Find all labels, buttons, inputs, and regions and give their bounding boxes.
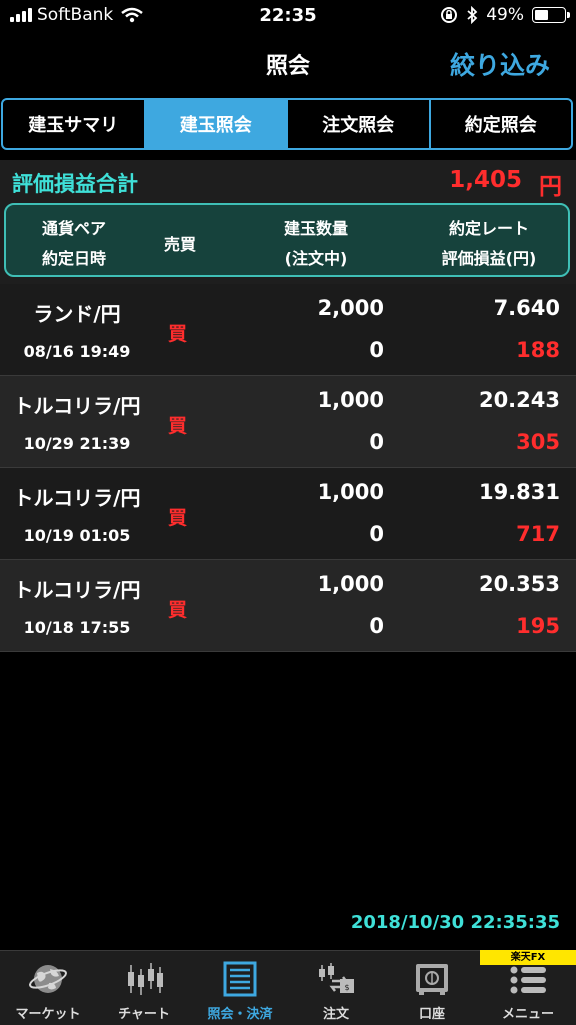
tab-execution-inquiry[interactable]: 約定照会 [431,100,572,148]
row-date: 10/18 17:55 [23,618,131,637]
row-date: 10/19 01:05 [23,526,131,545]
status-bar: SoftBank 22:35 49% [0,0,576,32]
header-qty: 建玉数量 [283,219,348,238]
row-pl: 717 [516,522,560,546]
header-rate: 約定レート [448,219,529,238]
pl-summary-unit: 円 [539,174,562,200]
tabbar-inquiry-settlement[interactable]: 照会・決済 [192,951,288,1025]
row-pl: 188 [516,338,560,362]
tabbar-market-label: マーケット [15,1007,81,1022]
row-rate: 19.831 [478,480,560,504]
position-row[interactable]: トルコリラ/円 10/18 17:55 買 1,000 0 20.353 195 [0,560,576,652]
row-pair: トルコリラ/円 [13,578,141,602]
rotation-lock-icon [441,7,458,23]
tabbar-chart-label: チャート [118,1007,170,1022]
row-qty: 1,000 [317,572,384,596]
row-pair: トルコリラ/円 [13,486,141,510]
row-pending: 0 [369,522,384,546]
row-side: 買 [168,599,188,621]
status-right: 49% [440,5,570,25]
header-pending: (注文中) [284,249,348,268]
tab-position-inquiry[interactable]: 建玉照会 [145,100,288,148]
column-header: 通貨ペア 約定日時 売買 建玉数量 (注文中) 約定レート 評価損益(円) [4,203,570,277]
row-pending: 0 [369,338,384,362]
safe-icon [412,961,452,997]
pl-summary: 評価損益合計 1,405 円 [0,160,576,202]
tabbar-inquiry-settlement-label: 照会・決済 [207,1007,273,1022]
header-date: 約定日時 [42,249,107,268]
row-side: 買 [168,415,188,437]
brand-badge: 楽天FX [480,950,576,965]
pl-summary-value: 1,405 [449,167,522,193]
tabbar-menu-label: メニュー [501,1007,554,1022]
update-timestamp: 2018/10/30 22:35:35 [350,912,560,933]
row-pair: トルコリラ/円 [13,394,141,418]
row-rate: 20.353 [478,572,560,596]
tab-order-inquiry[interactable]: 注文照会 [288,100,431,148]
svg-text:$: $ [344,983,349,992]
row-qty: 1,000 [317,388,384,412]
position-row[interactable]: トルコリラ/円 10/29 21:39 買 1,000 0 20.243 305 [0,376,576,468]
globe-icon [28,961,68,997]
filter-button[interactable]: 絞り込み [450,46,550,82]
tabbar-market[interactable]: マーケット [0,951,96,1025]
candlestick-icon [124,961,164,997]
battery-icon [532,7,570,23]
row-pending: 0 [369,430,384,454]
order-icon: $ [316,961,356,997]
list-icon [220,961,260,997]
row-rate: 7.640 [493,296,560,320]
header-pair: 通貨ペア [42,219,107,238]
row-qty: 1,000 [317,480,384,504]
row-pair: ランド/円 [33,302,121,326]
row-rate: 20.243 [478,388,560,412]
header-pl: 評価損益(円) [441,249,537,268]
tabbar-account[interactable]: 口座 [384,951,480,1025]
row-qty: 2,000 [317,296,384,320]
tab-position-summary[interactable]: 建玉サマリ [3,100,146,148]
tabbar-chart[interactable]: チャート [96,951,192,1025]
position-row[interactable]: ランド/円 08/16 19:49 買 2,000 0 7.640 188 [0,284,576,376]
row-date: 08/16 19:49 [23,342,131,361]
segment-tabs: 建玉サマリ 建玉照会 注文照会 約定照会 [1,98,573,150]
row-pl: 195 [516,614,560,638]
row-side: 買 [168,323,188,345]
header-side: 売買 [164,235,197,254]
tabbar-account-label: 口座 [418,1007,445,1022]
position-row[interactable]: トルコリラ/円 10/19 01:05 買 1,000 0 19.831 717 [0,468,576,560]
battery-percent: 49% [486,5,524,25]
tabbar-order[interactable]: $ 注文 [288,951,384,1025]
tabbar-order-label: 注文 [322,1007,349,1022]
bluetooth-icon [467,6,478,24]
pl-summary-label: 評価損益合計 [12,172,138,196]
menu-icon [508,961,548,997]
row-pending: 0 [369,614,384,638]
row-side: 買 [168,507,188,529]
row-pl: 305 [516,430,560,454]
row-date: 10/29 21:39 [23,434,131,453]
